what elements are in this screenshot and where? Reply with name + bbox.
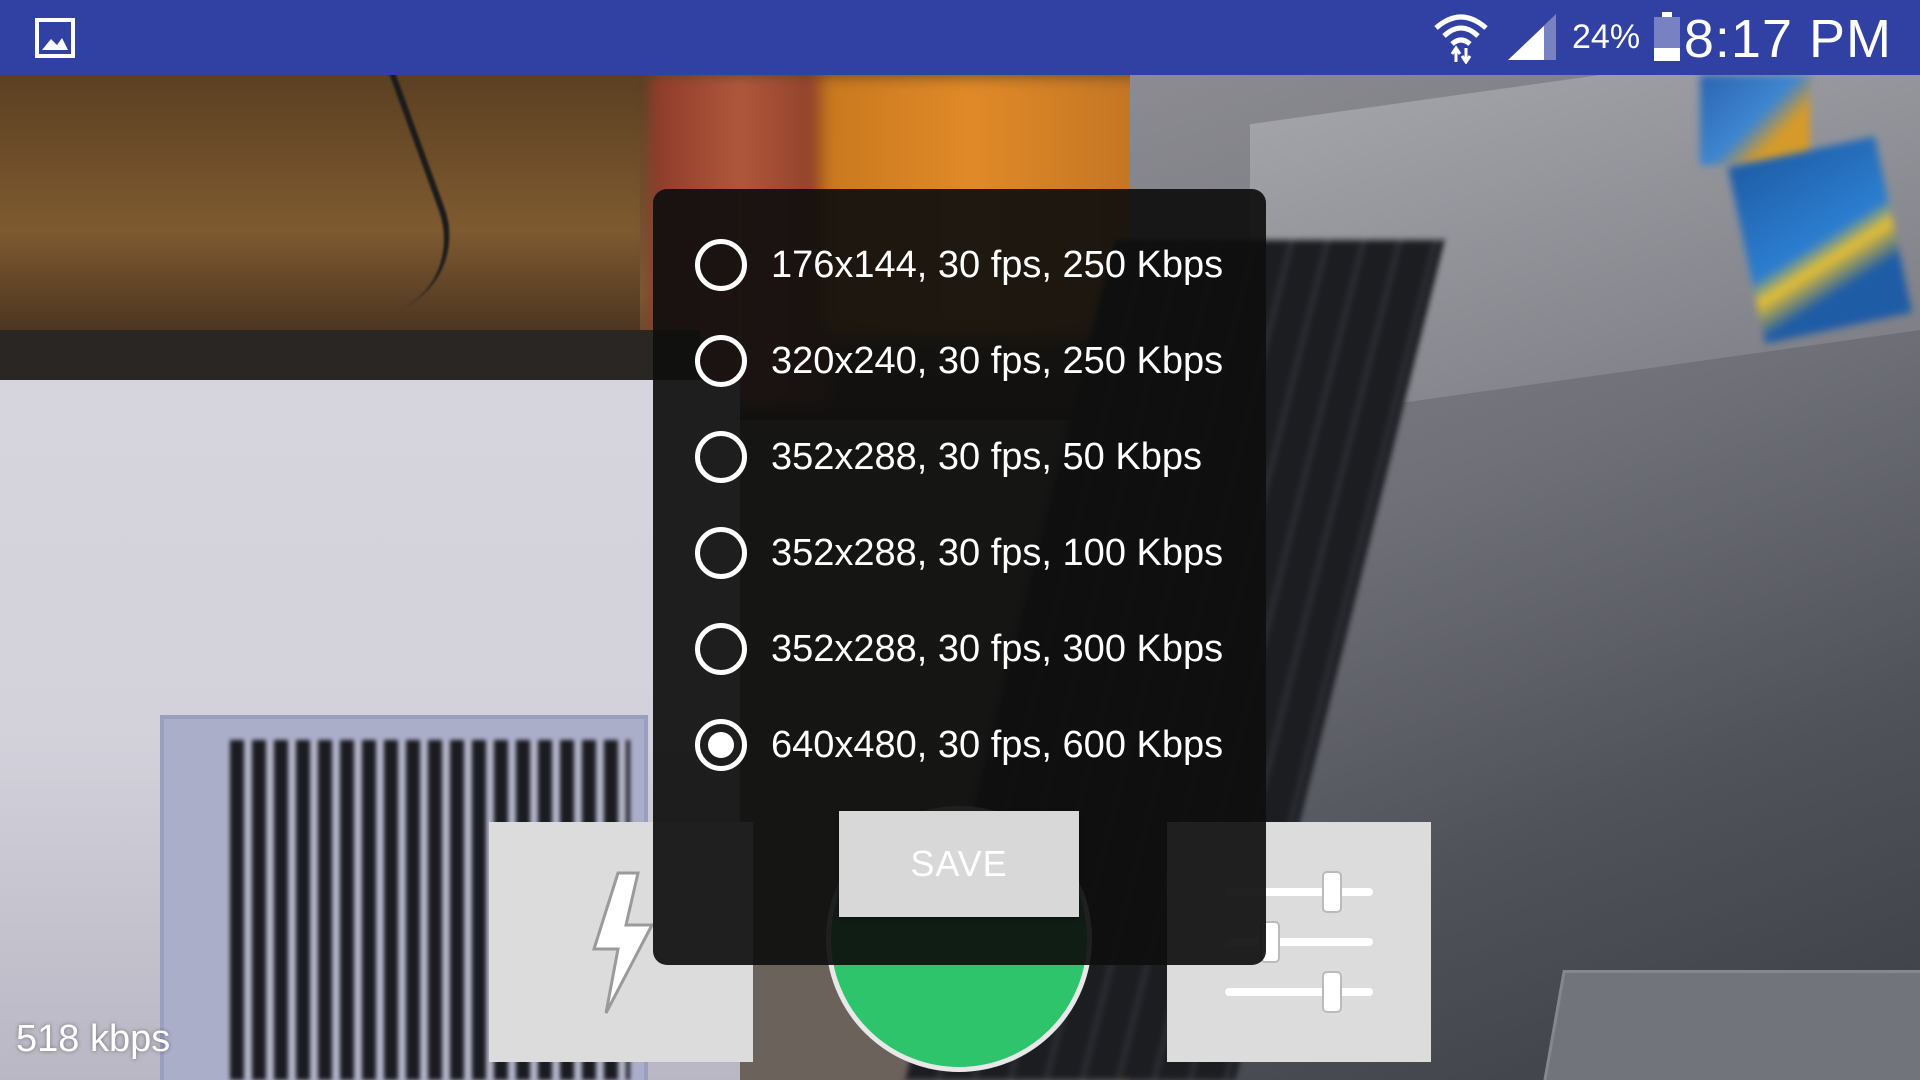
radio-button[interactable] [695,335,747,387]
radio-button[interactable] [695,431,747,483]
gallery-icon [35,18,75,58]
bitrate-readout: 518 kbps [16,1018,171,1060]
battery-percent: 24% [1572,18,1641,56]
radio-button-selected[interactable] [695,719,747,771]
resolution-option[interactable]: 352x288, 30 fps, 100 Kbps [695,513,1255,593]
wifi-icon [1434,14,1488,64]
radio-selected-dot [708,732,734,758]
resolution-option[interactable]: 352x288, 30 fps, 50 Kbps [695,417,1255,497]
resolution-option[interactable]: 640x480, 30 fps, 600 Kbps [695,705,1255,785]
clock: 8:17 PM [1683,9,1892,69]
status-bar: 24% 8:17 PM [0,0,1920,75]
resolution-option[interactable]: 352x288, 30 fps, 300 Kbps [695,609,1255,689]
radio-button[interactable] [695,527,747,579]
option-label: 352x288, 30 fps, 50 Kbps [771,435,1202,478]
option-label: 352x288, 30 fps, 100 Kbps [771,531,1224,574]
resolution-option[interactable]: 176x144, 30 fps, 250 Kbps [695,225,1255,305]
resolution-option[interactable]: 320x240, 30 fps, 250 Kbps [695,321,1255,401]
option-label: 176x144, 30 fps, 250 Kbps [771,243,1224,286]
signal-icon [1508,14,1556,60]
battery-icon [1654,12,1680,61]
save-button[interactable]: SAVE [839,811,1079,917]
option-label: 352x288, 30 fps, 300 Kbps [771,627,1224,670]
option-label: 640x480, 30 fps, 600 Kbps [771,723,1224,766]
resolution-dialog: 176x144, 30 fps, 250 Kbps 320x240, 30 fp… [653,189,1266,965]
radio-button[interactable] [695,239,747,291]
option-label: 320x240, 30 fps, 250 Kbps [771,339,1224,382]
radio-button[interactable] [695,623,747,675]
